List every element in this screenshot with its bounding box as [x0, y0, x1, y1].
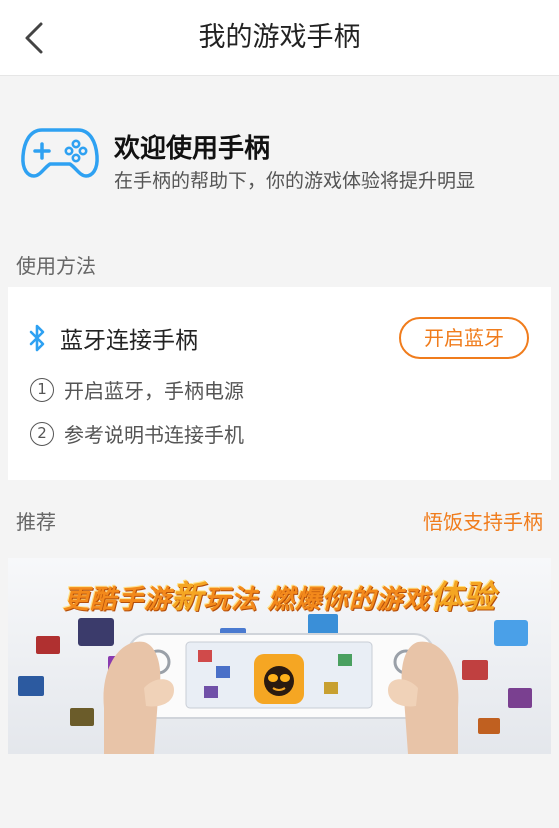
- step-number: 1: [30, 377, 54, 402]
- banner-headline-part3: 玩法 燃爆你的游戏: [203, 585, 431, 615]
- bluetooth-icon: [29, 324, 45, 352]
- bluetooth-row: 蓝牙连接手柄: [28, 321, 198, 355]
- bluetooth-card: 蓝牙连接手柄 开启蓝牙 1 开启蓝牙，手柄电源 2 参考说明书连接手机: [8, 287, 551, 480]
- welcome-title: 欢迎使用手柄: [114, 134, 271, 164]
- step-text: 参考说明书连接手机: [64, 423, 244, 447]
- banner-headline-part1: 更酷手游: [62, 585, 171, 615]
- open-bluetooth-button[interactable]: 开启蓝牙: [399, 317, 529, 359]
- banner-headline-part4: 体验: [430, 578, 497, 616]
- bluetooth-label: 蓝牙连接手柄: [60, 328, 198, 354]
- step-item: 2 参考说明书连接手机: [30, 419, 244, 448]
- section-label-howto: 使用方法: [16, 254, 96, 278]
- step-item: 1 开启蓝牙，手柄电源: [30, 375, 244, 404]
- gamepad-icon: [21, 128, 99, 178]
- page-title: 我的游戏手柄: [198, 22, 361, 53]
- banner-headline-part2: 新: [170, 578, 204, 616]
- banner-headline: 更酷手游新玩法 燃爆你的游戏体验: [8, 572, 551, 618]
- step-number: 2: [30, 421, 54, 446]
- welcome-subtitle: 在手柄的帮助下，你的游戏体验将提升明显: [114, 170, 476, 192]
- recommend-banner[interactable]: 更酷手游新玩法 燃爆你的游戏体验: [8, 558, 551, 754]
- welcome-section: 欢迎使用手柄 在手柄的帮助下，你的游戏体验将提升明显: [0, 100, 559, 210]
- top-nav-bar: 我的游戏手柄: [0, 0, 559, 76]
- wufan-support-link[interactable]: 悟饭支持手柄: [423, 506, 543, 535]
- step-text: 开启蓝牙，手柄电源: [64, 379, 244, 403]
- section-label-recommend: 推荐: [16, 510, 56, 534]
